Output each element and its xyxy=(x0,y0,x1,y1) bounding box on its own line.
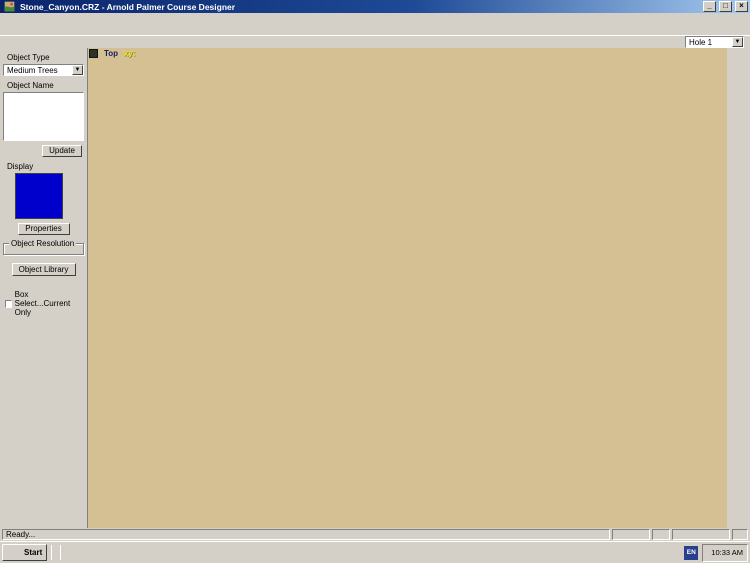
object-name-label: Object Name xyxy=(7,81,84,90)
view-tabs xyxy=(0,24,750,35)
app-icon xyxy=(4,1,15,12)
main-toolbar: Hole 1 ▼ xyxy=(0,35,750,48)
object-name-list[interactable] xyxy=(3,92,84,141)
status-message: Ready... xyxy=(2,529,610,540)
start-label: Start xyxy=(24,548,42,557)
titlebar: Stone_Canyon.CRZ - Arnold Palmer Course … xyxy=(0,0,750,13)
language-indicator[interactable]: EN xyxy=(684,546,698,560)
system-tray: 10:33 AM xyxy=(702,544,748,562)
window-title: Stone_Canyon.CRZ - Arnold Palmer Course … xyxy=(20,2,700,12)
windows-logo-icon xyxy=(7,546,22,559)
object-library-button[interactable]: Object Library xyxy=(12,263,76,276)
status-panel xyxy=(732,529,748,540)
status-panel xyxy=(612,529,650,540)
box-select-label: Box Select...Current Only xyxy=(15,290,84,317)
screen: Stone_Canyon.CRZ - Arnold Palmer Course … xyxy=(0,0,750,563)
hole-selector[interactable]: Hole 1 ▼ xyxy=(685,36,744,48)
maximize-button[interactable]: □ xyxy=(719,1,732,12)
course-map-viewport[interactable]: Top xy: xyxy=(88,48,727,528)
status-panel xyxy=(672,529,730,540)
properties-button[interactable]: Properties xyxy=(18,223,70,235)
object-preview xyxy=(15,173,63,219)
box-select-row: Box Select...Current Only xyxy=(5,290,84,317)
coordinate-readout: xy: xyxy=(124,49,136,58)
taskbar: Start EN 10:33 AM xyxy=(0,541,750,563)
view-overlay-label: Top xy: xyxy=(89,49,136,58)
toolbar-right: Hole 1 ▼ xyxy=(685,36,747,48)
app-window: Stone_Canyon.CRZ - Arnold Palmer Course … xyxy=(0,0,750,541)
work-area: Object Type Medium Trees ▼ Object Name U… xyxy=(0,48,750,528)
taskbar-divider xyxy=(51,545,52,560)
minimize-button[interactable]: _ xyxy=(703,1,716,12)
chevron-down-icon[interactable]: ▼ xyxy=(732,37,743,47)
view-marker-icon xyxy=(89,49,98,58)
object-type-label: Object Type xyxy=(7,53,84,62)
status-icon xyxy=(652,529,670,540)
app-icon xyxy=(2,0,17,13)
status-bar: Ready... xyxy=(0,528,750,541)
hole-selector-value: Hole 1 xyxy=(686,38,732,47)
menu-bar xyxy=(0,13,750,24)
view-toolbar xyxy=(727,48,749,528)
view-name: Top xyxy=(104,49,118,58)
object-type-value: Medium Trees xyxy=(4,66,72,75)
object-resolution-group: Object Resolution xyxy=(3,243,84,255)
update-button[interactable]: Update xyxy=(42,145,82,157)
planting-sidebar: Object Type Medium Trees ▼ Object Name U… xyxy=(0,48,88,528)
start-button[interactable]: Start xyxy=(2,544,47,561)
object-resolution-label: Object Resolution xyxy=(9,239,76,248)
clock: 10:33 AM xyxy=(709,548,743,557)
taskbar-divider xyxy=(60,545,61,560)
close-button[interactable]: × xyxy=(735,1,748,12)
object-type-select[interactable]: Medium Trees ▼ xyxy=(3,64,84,76)
display-label: Display xyxy=(7,162,84,171)
box-select-checkbox[interactable] xyxy=(5,300,12,308)
chevron-down-icon[interactable]: ▼ xyxy=(72,65,83,75)
